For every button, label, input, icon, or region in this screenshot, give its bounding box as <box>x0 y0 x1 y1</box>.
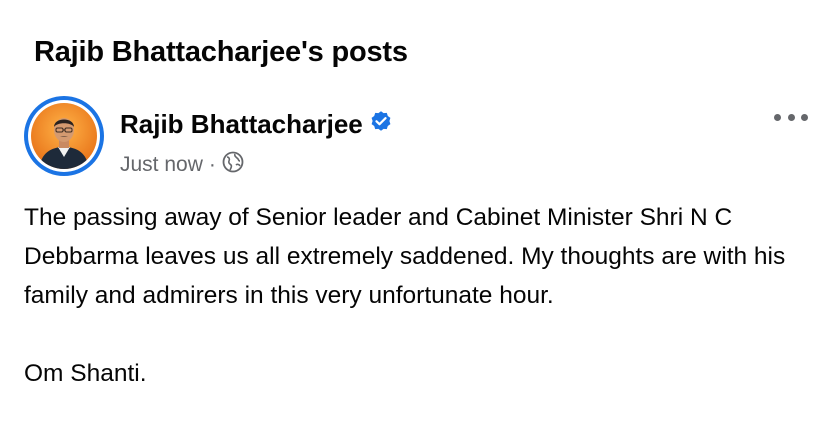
author-name-text[interactable]: Rajib Bhattacharjee <box>120 109 363 139</box>
author-name[interactable]: Rajib Bhattacharjee <box>120 108 393 142</box>
post-text-paragraph: Om Shanti. <box>24 360 147 387</box>
post-header: Rajib Bhattacharjee Just now · <box>24 96 814 176</box>
more-dot-icon <box>787 113 795 121</box>
more-dot-icon <box>801 113 808 121</box>
avatar-photo <box>28 100 100 172</box>
globe-icon[interactable] <box>222 151 244 180</box>
avatar[interactable] <box>24 96 104 176</box>
post-timestamp[interactable]: Just now <box>120 152 203 178</box>
more-dot-icon <box>774 113 781 121</box>
post-meta: Just now · <box>120 150 244 179</box>
meta-separator: · <box>208 152 216 176</box>
more-options-button[interactable] <box>774 106 808 128</box>
post-text-paragraph: The passing away of Senior leader and Ca… <box>24 204 786 309</box>
profile-photo-icon <box>31 103 97 169</box>
post-body: The passing away of Senior leader and Ca… <box>24 198 814 393</box>
page-title: Rajib Bhattacharjee's posts <box>34 36 408 68</box>
verified-badge-icon <box>369 108 393 140</box>
